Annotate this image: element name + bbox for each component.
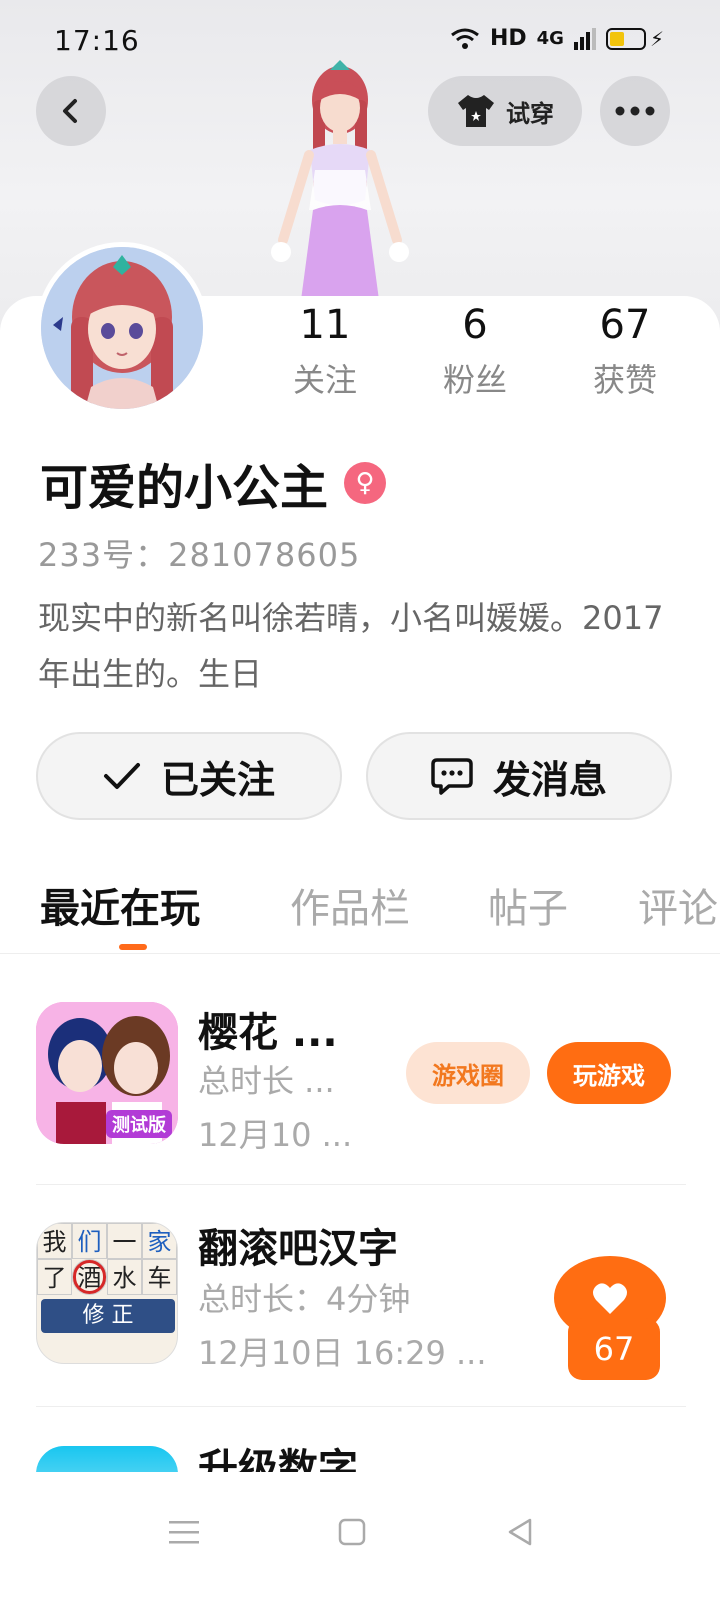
stat-following[interactable]: 11 关注 (250, 300, 400, 410)
tab-comments[interactable]: 评论 (638, 876, 718, 934)
test-version-badge: 测试版 (106, 1110, 172, 1138)
try-on-label: 试穿 (506, 99, 554, 128)
tshirt-icon (458, 95, 494, 127)
followers-count: 6 (462, 302, 488, 348)
game-icon-number[interactable] (36, 1446, 178, 1472)
hanzi-cell: 一 (107, 1223, 142, 1259)
username: 可爱的小公主 (40, 460, 329, 516)
correct-banner: 修 正 (41, 1299, 175, 1333)
status-time: 17:16 (54, 24, 140, 57)
game-title: 翻滚吧汉字 (198, 1226, 398, 1272)
tab-works[interactable]: 作品栏 (290, 876, 410, 934)
profile-stats: 11 关注 6 粉丝 67 获赞 (250, 300, 700, 410)
game-title: 升级数字 (198, 1446, 358, 1472)
hanzi-cell: 酒 (72, 1259, 107, 1295)
game-list-item[interactable]: 升级数字 (0, 1436, 720, 1472)
square-home-icon (338, 1518, 366, 1546)
game-circle-button[interactable]: 游戏圈 (406, 1042, 530, 1104)
profile-tabs: 最近在玩 作品栏 帖子 评论 (0, 860, 720, 954)
system-nav-bar (0, 1472, 720, 1600)
signal-icon (573, 27, 596, 50)
charging-icon: ⚡ (649, 26, 664, 51)
hanzi-cell: 了 (37, 1259, 72, 1295)
wifi-icon (451, 28, 479, 49)
following-count: 11 (299, 302, 351, 348)
likes-label: 获赞 (592, 361, 657, 399)
game-duration: 总时长 ... (198, 1062, 335, 1100)
game-last-played: 12月10 ... (198, 1116, 353, 1154)
home-nav-button[interactable] (322, 1502, 382, 1562)
likes-count: 67 (599, 302, 651, 348)
more-dots-icon (615, 106, 655, 116)
female-gender-icon: ♀ (344, 462, 387, 504)
network-indicator: 4G (536, 28, 564, 49)
hanzi-grid: 我 们 一 家 了 酒 水 车 (37, 1223, 177, 1295)
like-floating-button[interactable]: 67 (548, 1252, 672, 1380)
hanzi-cell: 车 (142, 1259, 177, 1295)
play-game-button[interactable]: 玩游戏 (547, 1042, 671, 1104)
game-title: 樱花 ... (198, 1010, 338, 1056)
send-message-button[interactable]: 发消息 (366, 732, 672, 820)
followers-label: 粉丝 (442, 361, 507, 399)
send-message-label: 发消息 (492, 757, 607, 802)
followed-label: 已关注 (160, 757, 275, 802)
hanzi-cell: 们 (72, 1223, 107, 1259)
checkmark-icon (103, 763, 140, 789)
list-divider (36, 1406, 686, 1407)
menu-icon (169, 1521, 199, 1544)
game-last-played: 12月10日 16:29 ... (198, 1334, 487, 1372)
tab-posts[interactable]: 帖子 (488, 876, 568, 934)
active-tab-indicator (119, 944, 147, 950)
triangle-back-icon (508, 1518, 532, 1546)
user-id: 233号：281078605 (38, 536, 361, 574)
game-icon-hanzi[interactable]: 我 们 一 家 了 酒 水 车 修 正 (36, 1222, 178, 1364)
status-bar: 17:16 HD 4G ⚡ (0, 18, 720, 66)
following-label: 关注 (292, 361, 357, 399)
followed-button[interactable]: 已关注 (36, 732, 342, 820)
stat-likes[interactable]: 67 获赞 (550, 300, 700, 410)
user-bio[interactable]: 现实中的新名叫徐若晴，小名叫媛媛。2017年出生的。生日 (38, 590, 688, 702)
chat-bubble-icon (431, 758, 473, 795)
tab-recently-played[interactable]: 最近在玩 (40, 876, 200, 934)
battery-icon (605, 27, 646, 50)
back-button[interactable] (36, 76, 106, 146)
menu-nav-button[interactable] (154, 1502, 214, 1562)
game-duration: 总时长：4分钟 (198, 1280, 411, 1318)
like-count: 67 (568, 1318, 660, 1380)
more-options-button[interactable] (600, 76, 670, 146)
try-on-button[interactable]: 试穿 (428, 76, 582, 146)
character-model-image (271, 60, 409, 300)
stat-followers[interactable]: 6 粉丝 (400, 300, 550, 410)
hanzi-cell: 水 (107, 1259, 142, 1295)
chevron-left-icon (63, 99, 77, 123)
back-nav-button[interactable] (490, 1502, 550, 1562)
avatar[interactable] (36, 242, 208, 414)
game-icon-sakura[interactable]: 测试版 (36, 1002, 178, 1144)
avatar-image (41, 247, 203, 409)
list-divider (36, 1184, 686, 1185)
username-row: 可爱的小公主 ♀ (40, 448, 387, 518)
hd-indicator: HD (489, 26, 527, 51)
status-icons: HD 4G ⚡ (450, 26, 664, 51)
